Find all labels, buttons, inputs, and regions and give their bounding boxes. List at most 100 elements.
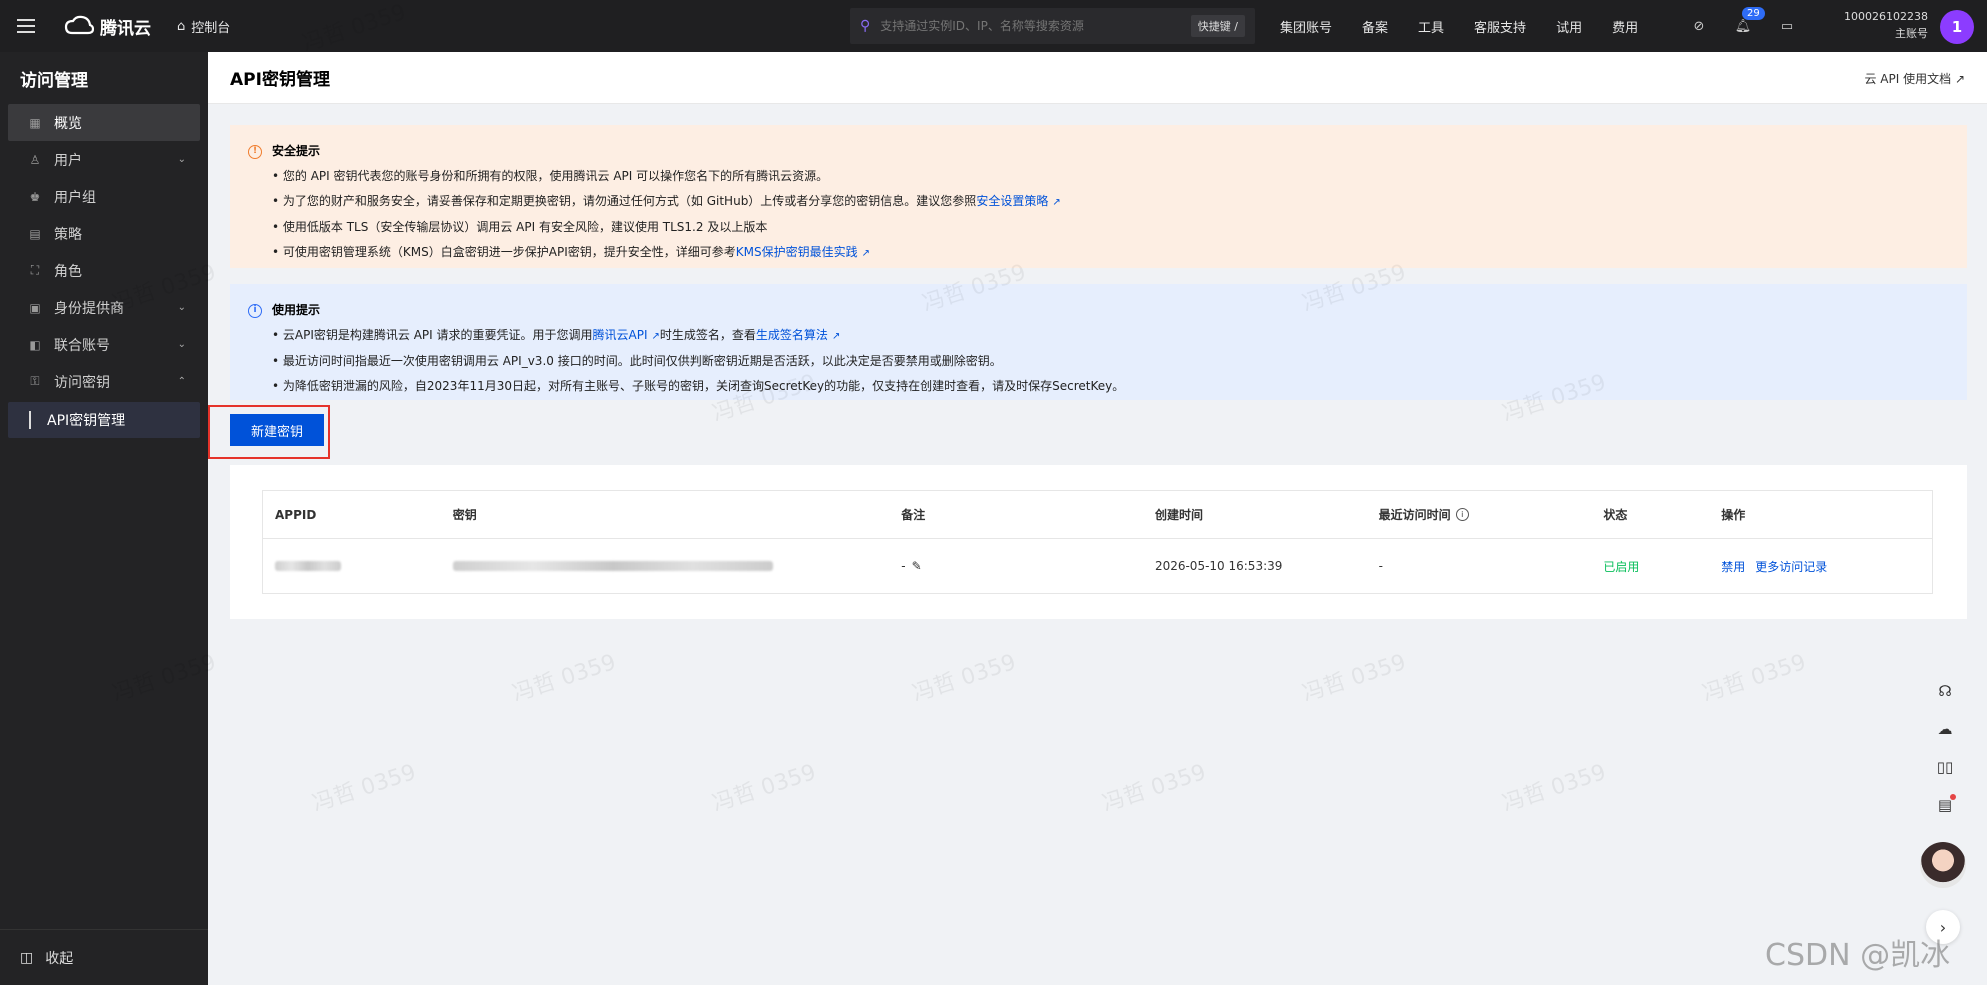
column-header-status: 状态 [1603,508,1628,522]
key-icon: ⚿ [30,374,40,388]
account-info[interactable]: 100026102238 主账号 [1838,8,1928,42]
security-alert-line: 可使用密钥管理系统（KMS）白盒密钥进一步保护API密钥，提升安全性，详细可参考… [272,240,1949,266]
security-alert-list: 您的 API 密钥代表您的账号身份和所拥有的权限，使用腾讯云 API 可以操作您… [272,164,1949,266]
column-header-actions: 操作 [1721,508,1746,522]
nav-support[interactable]: 客服支持 [1474,17,1526,36]
cloud-logo-icon [64,15,94,35]
nav-trial[interactable]: 试用 [1556,17,1582,36]
avatar[interactable]: 1 [1940,10,1974,44]
sidebar-title: 访问管理 [20,70,88,91]
headset-icon[interactable]: ☊ [1934,680,1956,702]
external-link-icon: ↗ [831,331,841,342]
menu-icon[interactable] [0,0,52,52]
sidebar-item-label: 联合账号 [54,337,110,354]
sidebar-item-identity-providers[interactable]: ▣ 身份提供商 ⌄ [8,289,200,326]
kms-best-practice-link[interactable]: KMS保护密钥最佳实践 [736,245,858,259]
account-id: 100026102238 [1844,10,1928,23]
console-label: 控制台 [191,20,231,36]
sidebar-item-label: 策略 [54,226,82,243]
redacted-key [452,561,773,571]
usage-alert-line: 云API密钥是构建腾讯云 API 请求的重要凭证。用于您调用腾讯云API ↗ 时生成… [272,323,1949,349]
sidebar-item-access-keys[interactable]: ⚿ 访问密钥 ⌃ [8,363,200,400]
usage-alert-text: 时生成签名，查看 [659,328,756,342]
cloud-icon[interactable]: ☁ [1934,718,1956,740]
main-content: API密钥管理 云 API 使用文档 ↗ ! 安全提示 您的 API 密钥代表您… [208,52,1987,985]
sidebar-item-federated-accounts[interactable]: ◧ 联合账号 ⌄ [8,326,200,363]
top-icons: ⊘ 🔔︎ 29 ▭ [1690,0,1796,52]
security-alert-title: 安全提示 [272,144,321,158]
disable-key-link[interactable]: 禁用 [1721,558,1745,575]
idp-icon: ▣ [29,300,41,315]
book-icon[interactable]: ▯▯ [1934,756,1956,778]
nav-billing[interactable]: 费用 [1612,17,1638,36]
security-alert-line: 使用低版本 TLS（安全传输层协议）调用云 API 有安全风险，建议使用 TLS… [272,215,1949,240]
nav-filing[interactable]: 备案 [1362,17,1388,36]
external-link-icon: ↗ [1052,197,1061,208]
keys-table-card: APPID 密钥 备注 创建时间 最近访问时间 i 状态 操作 - ✎ 2026-0… [230,465,1967,619]
sidebar-item-label: 概览 [54,115,82,132]
sidebar-item-label: 角色 [54,263,82,280]
security-alert-line: 您的 API 密钥代表您的账号身份和所拥有的权限，使用腾讯云 API 可以操作您… [272,164,1949,189]
sidebar-item-api-key-management[interactable]: API密钥管理 [8,402,200,438]
grid-icon: ▦ [29,115,41,130]
remark-cell: - ✎ [889,559,1143,573]
column-header-created: 创建时间 [1154,508,1203,522]
signature-algorithm-link[interactable]: 生成签名算法 [756,328,828,342]
brand-name: 腾讯云 [100,18,151,39]
compass-icon[interactable]: ⊘ [1690,17,1708,35]
tencent-cloud-api-link[interactable]: 腾讯云API [593,328,648,342]
security-alert-text: 可使用密钥管理系统（KMS）白盒密钥进一步保护API密钥，提升安全性，详细可参考 [282,245,736,259]
csdn-watermark: CSDN @凯冰 [1765,938,1951,973]
sidebar-item-policies[interactable]: ▤ 策略 [8,215,200,252]
security-policy-link[interactable]: 安全设置策略 [976,194,1048,208]
assistant-avatar[interactable] [1920,842,1966,888]
home-icon: ⌂ [177,18,186,34]
table-row: - ✎ 2026-05-10 16:53:39 - 已启用 禁用 更多访问记录 [263,539,1932,593]
chevron-down-icon: ⌄ [177,154,186,165]
security-alert-text: 为了您的财产和服务安全，请妥善保存和定期更换密钥，请勿通过任何方式（如 GitH… [282,194,977,208]
search-input[interactable] [880,19,1191,33]
nav-group-account[interactable]: 集团账号 [1280,17,1332,36]
sidebar-item-label: 身份提供商 [54,300,124,317]
usage-alert-line: 最近访问时间指最近一次使用密钥调用云 API_v3.0 接口的时间。此时间仅供判… [272,349,1949,374]
sidebar-item-label: 用户组 [54,189,96,206]
brand-logo[interactable]: 腾讯云 [64,14,151,39]
api-docs-label: 云 API 使用文档 [1864,72,1952,86]
usage-alert-list: 云API密钥是构建腾讯云 API 请求的重要凭证。用于您调用腾讯云API ↗ 时生成… [272,323,1949,399]
sidebar-item-user-groups[interactable]: ♚ 用户组 [8,178,200,215]
access-records-link[interactable]: 更多访问记录 [1755,558,1827,575]
external-link-icon: ↗ [1954,72,1965,86]
info-icon[interactable]: i [1455,508,1469,521]
collapse-sidebar-button[interactable]: ◫ 收起 [0,929,208,985]
remark-value: - [901,559,906,573]
sidebar-item-users[interactable]: ♙ 用户 ⌄ [8,141,200,178]
usage-alert-header: i 使用提示 [248,298,1949,323]
last-access-cell: - [1378,559,1384,573]
wallet-icon[interactable]: ▭ [1778,17,1796,35]
actions-cell: 禁用 更多访问记录 [1709,558,1932,575]
column-header-last-access: 最近访问时间 i [1367,506,1592,523]
column-header-key: 密钥 [452,508,477,522]
usage-alert-line: 为降低密钥泄漏的风险，自2023年11月30日起，对所有主账号、子账号的密钥，关… [272,374,1949,399]
sidebar-item-label: 用户 [54,152,82,169]
nav-tools[interactable]: 工具 [1418,17,1444,36]
sidebar-item-label: 访问密钥 [54,374,110,391]
edit-icon[interactable]: ✎ [912,559,922,573]
sidebar-item-overview[interactable]: ▦ 概览 [8,104,200,141]
bell-icon[interactable]: 🔔︎ 29 [1734,7,1765,35]
table-header-row: APPID 密钥 备注 创建时间 最近访问时间 i 状态 操作 [263,491,1932,539]
feedback-icon[interactable]: ▤ [1934,794,1956,816]
account-role: 主账号 [1895,27,1928,40]
api-docs-link[interactable]: 云 API 使用文档 ↗ [1864,70,1965,87]
usage-alert-text: 云API密钥是构建腾讯云 API 请求的重要凭证。用于您调用 [282,328,593,342]
group-icon: ♚ [29,189,41,204]
sidebar-item-roles[interactable]: ⛶ 角色 [8,252,200,289]
security-alert-header: ! 安全提示 [248,139,1949,164]
global-search[interactable]: ⚲ 快捷键 / [850,8,1255,44]
column-header-last-access-label: 最近访问时间 [1378,508,1451,522]
shortcut-hint: 快捷键 / [1190,15,1245,37]
console-link[interactable]: ⌂ 控制台 [177,17,230,36]
top-nav: 集团账号 备案 工具 客服支持 试用 费用 [1280,0,1668,52]
create-key-button[interactable]: 新建密钥 [230,414,324,446]
top-bar: 腾讯云 ⌂ 控制台 ⚲ 快捷键 / 集团账号 备案 工具 客服支持 试用 费用 … [0,0,1987,52]
